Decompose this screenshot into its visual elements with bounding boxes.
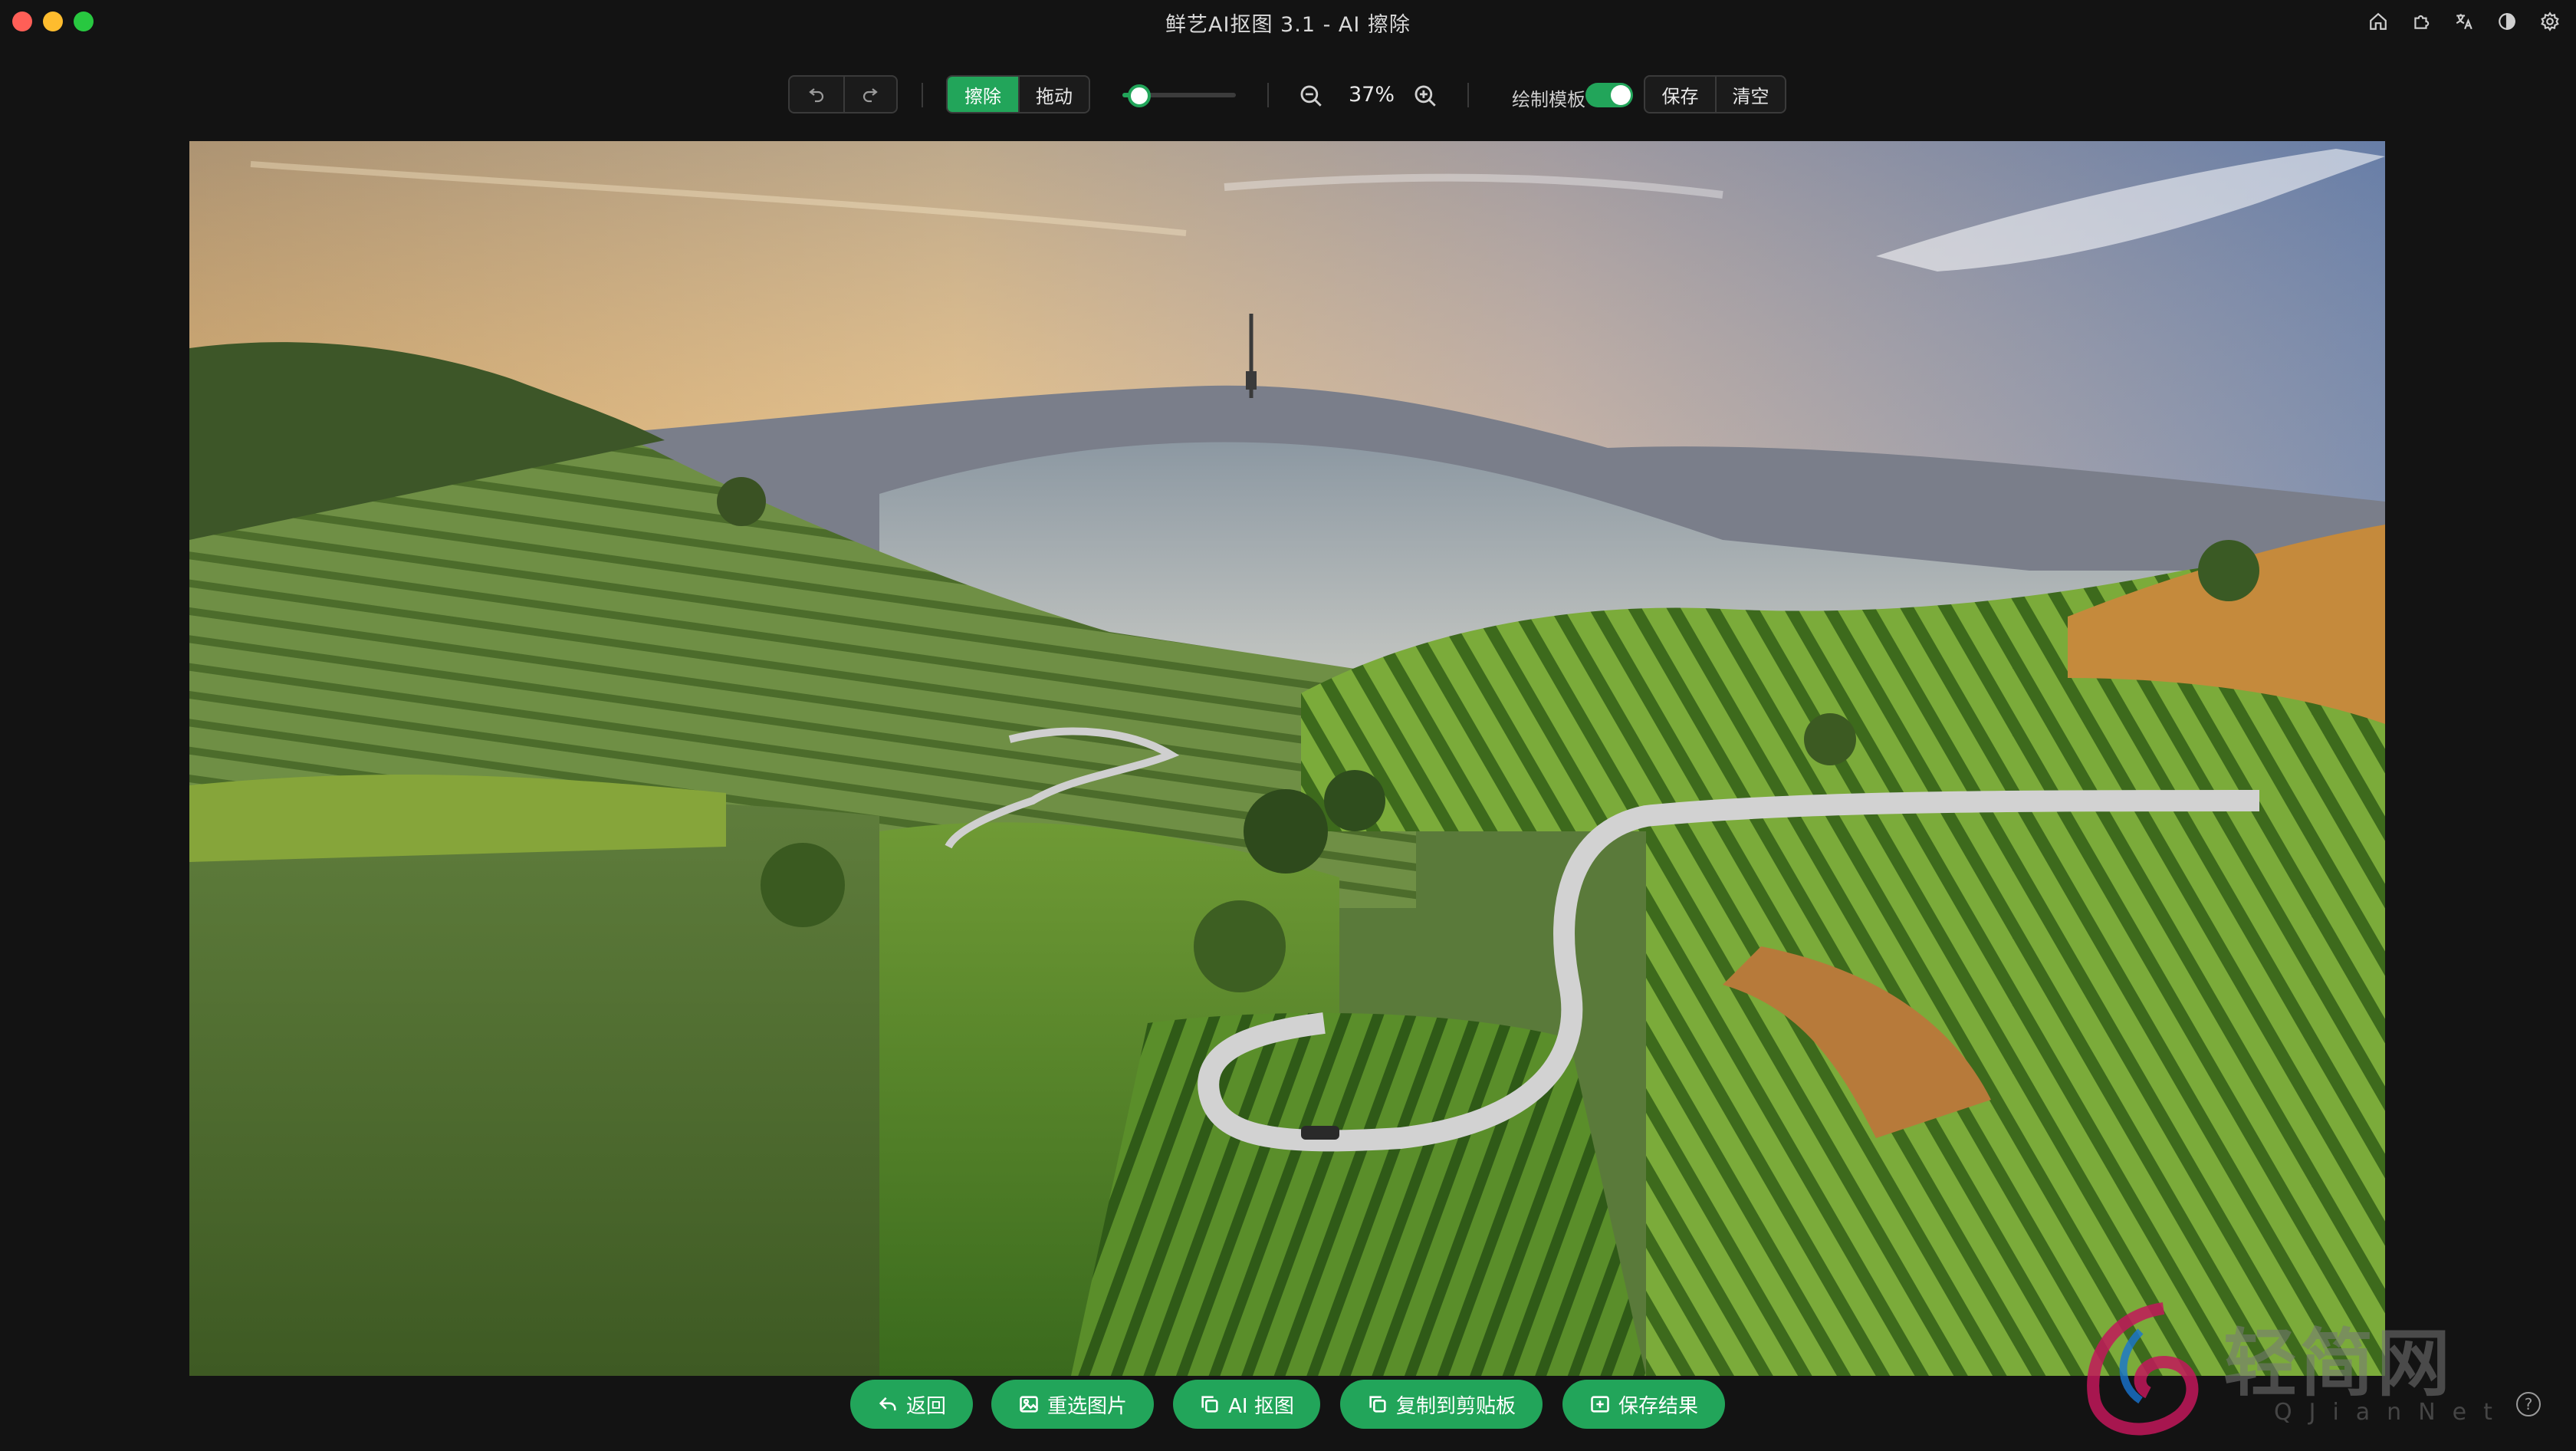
- help-icon[interactable]: ?: [2516, 1392, 2541, 1416]
- home-icon[interactable]: [2366, 9, 2390, 34]
- zoom-in-button[interactable]: [1412, 83, 1438, 109]
- back-arrow-icon: [879, 1397, 896, 1411]
- save-image-icon: [1591, 1396, 1609, 1413]
- undo-icon: [808, 88, 823, 103]
- image-icon: [1020, 1396, 1038, 1413]
- ai-cutout-button[interactable]: AI 抠图: [1173, 1380, 1320, 1429]
- history-group: [788, 75, 898, 114]
- redo-button[interactable]: [843, 77, 897, 112]
- zoom-level: 37%: [1348, 83, 1395, 107]
- toolbar-divider: [922, 83, 923, 107]
- title-bar: 鲜艺AI抠图 3.1 - AI 擦除: [0, 0, 2576, 44]
- mode-switch: 擦除 拖动: [946, 75, 1090, 114]
- ai-cutout-label: AI 抠图: [1228, 1394, 1294, 1418]
- toggle-knob: [1611, 85, 1631, 105]
- slider-thumb[interactable]: [1127, 84, 1151, 107]
- clipboard-icon: [1369, 1396, 1386, 1413]
- copy-label: 复制到剪贴板: [1395, 1394, 1516, 1418]
- mask-actions: 保存 清空: [1644, 75, 1786, 114]
- extension-icon[interactable]: [2409, 9, 2433, 34]
- copy-icon: [1201, 1396, 1218, 1413]
- editor-toolbar: 擦除 拖动 37% 绘制模板 保存 清空: [0, 75, 2576, 115]
- clear-mask-button[interactable]: 清空: [1715, 77, 1785, 112]
- translate-icon[interactable]: [2452, 9, 2476, 34]
- settings-icon[interactable]: [2538, 9, 2562, 34]
- theme-icon[interactable]: [2495, 9, 2519, 34]
- undo-button[interactable]: [790, 77, 843, 112]
- save-result-button[interactable]: 保存结果: [1562, 1380, 1725, 1429]
- landscape-image: [189, 141, 2385, 1376]
- image-canvas[interactable]: [189, 141, 2385, 1376]
- redo-icon: [863, 88, 879, 103]
- erase-mode-button[interactable]: 擦除: [948, 77, 1018, 112]
- title-bar-icons: [2366, 9, 2562, 34]
- zoom-out-button[interactable]: [1298, 83, 1324, 109]
- template-toggle[interactable]: [1585, 83, 1633, 107]
- watermark-subtext: QJianNet: [2274, 1399, 2509, 1426]
- back-label: 返回: [905, 1394, 946, 1418]
- brush-size-slider[interactable]: [1116, 84, 1239, 107]
- toolbar-divider: [1267, 83, 1269, 107]
- back-button[interactable]: 返回: [850, 1380, 973, 1429]
- reselect-label: 重选图片: [1046, 1394, 1127, 1418]
- watermark-text: 轻简网: [2223, 1321, 2453, 1407]
- watermark-logo: [2087, 1302, 2199, 1436]
- save-mask-button[interactable]: 保存: [1645, 77, 1715, 112]
- reselect-image-button[interactable]: 重选图片: [991, 1380, 1154, 1429]
- zoom-in-icon: [1414, 85, 1436, 107]
- window-title: 鲜艺AI抠图 3.1 - AI 擦除: [1165, 13, 1411, 37]
- save-result-label: 保存结果: [1618, 1394, 1698, 1418]
- zoom-out-icon: [1300, 85, 1322, 107]
- drag-mode-button[interactable]: 拖动: [1018, 77, 1089, 112]
- copy-to-clipboard-button[interactable]: 复制到剪贴板: [1340, 1380, 1543, 1429]
- app-window: 鲜艺AI抠图 3.1 - AI 擦除 擦除 拖动 37% 绘制模板 保存 清空 …: [0, 0, 2576, 1451]
- toolbar-divider: [1467, 83, 1469, 107]
- template-label: 绘制模板: [1512, 89, 1585, 110]
